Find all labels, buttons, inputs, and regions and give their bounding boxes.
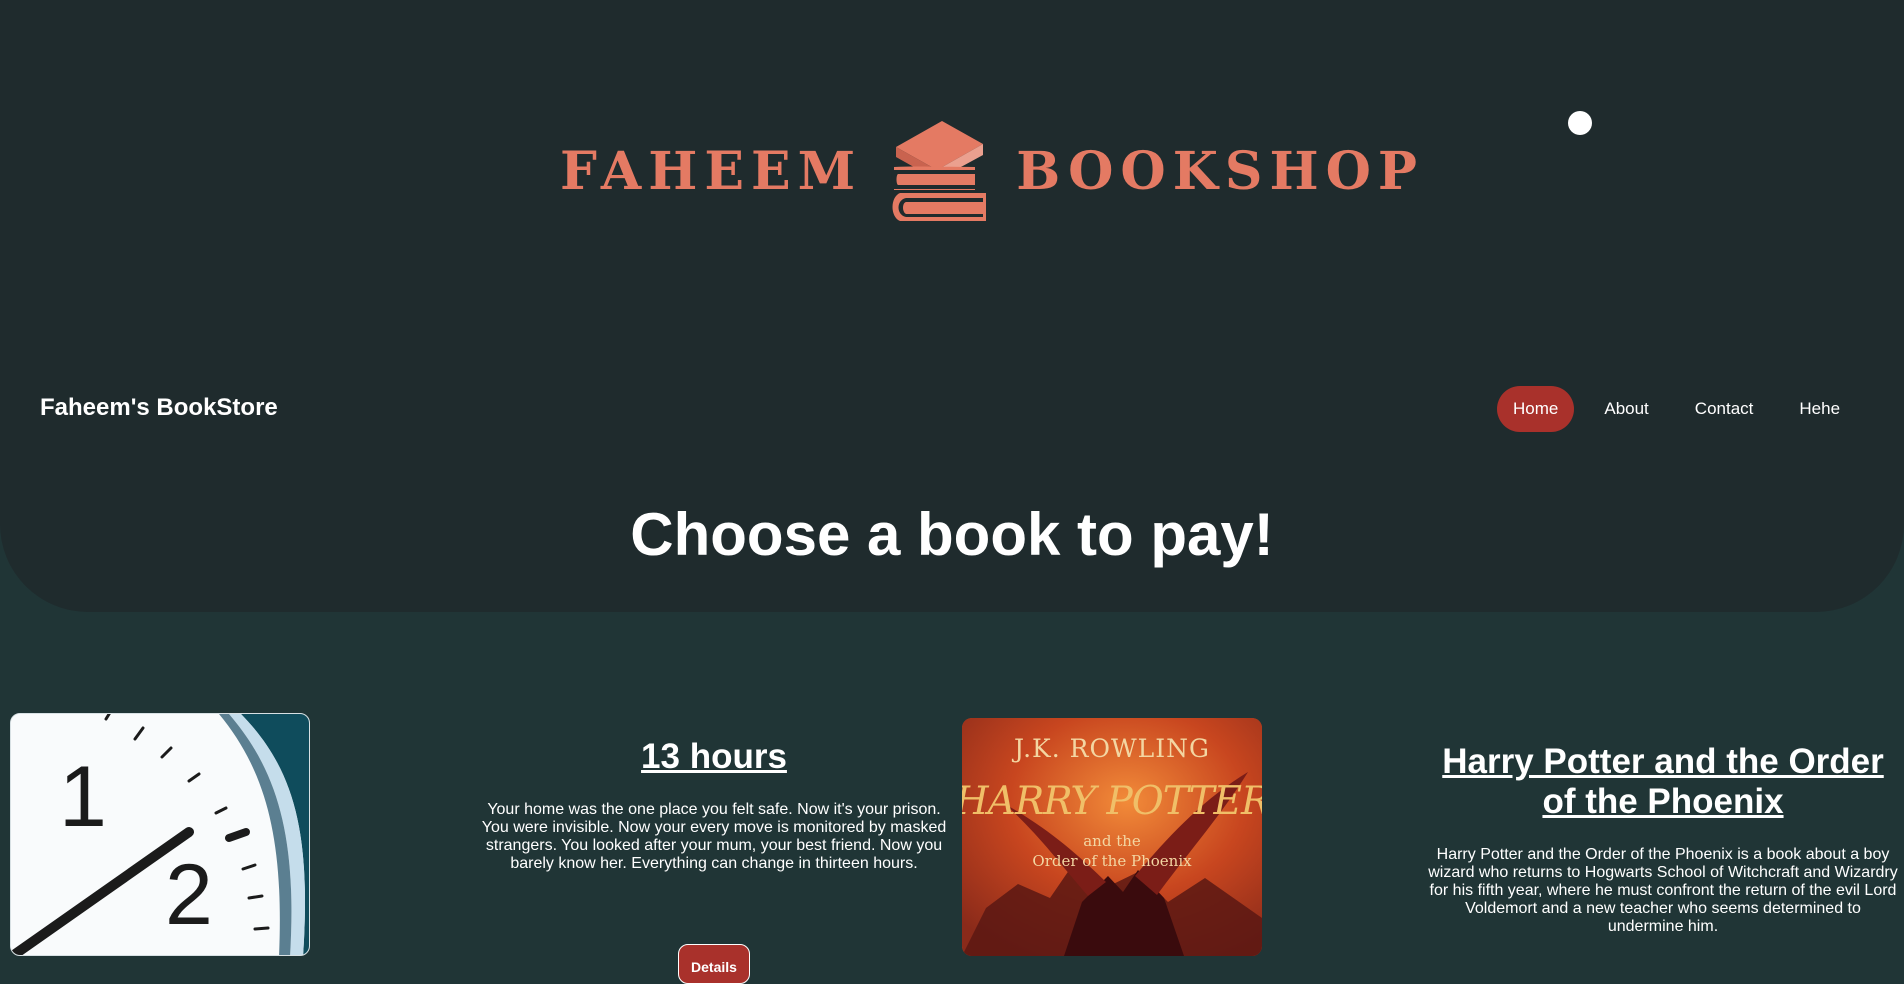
book-card-harry-potter: Harry Potter and the Order of the Phoeni… — [1428, 742, 1898, 936]
book-cover-harry-potter[interactable]: J.K. ROWLING HARRY POTTER and the Order … — [962, 718, 1262, 956]
nav-contact[interactable]: Contact — [1679, 386, 1770, 432]
nav-about[interactable]: About — [1588, 386, 1664, 432]
cover-author: J.K. ROWLING — [1011, 734, 1210, 763]
nav-hehe[interactable]: Hehe — [1783, 386, 1856, 432]
hero-header: FAHEEM BOOKSHOP Faheem's BookStore Home … — [0, 0, 1904, 612]
harry-potter-cover-image: J.K. ROWLING HARRY POTTER and the Order … — [962, 718, 1262, 956]
book-title[interactable]: 13 hours — [480, 737, 948, 777]
book-cover-13-hours[interactable]: 1 2 — [10, 713, 310, 956]
book-description: Harry Potter and the Order of the Phoeni… — [1428, 846, 1898, 935]
logo-right-word: BOOKSHOP — [1016, 141, 1424, 202]
bookshop-logo: FAHEEM BOOKSHOP — [560, 112, 1417, 232]
page-title: Choose a book to pay! — [630, 501, 1274, 568]
cover-subtitle-line-2: Order of the Phoenix — [1032, 852, 1192, 870]
cover-series: HARRY POTTER — [962, 779, 1262, 824]
clock-number-2: 2 — [165, 847, 213, 943]
book-title[interactable]: Harry Potter and the Order of the Phoeni… — [1428, 742, 1898, 822]
main-navigation: Home About Contact Hehe — [1497, 386, 1856, 432]
details-button[interactable]: Details — [678, 944, 750, 984]
logo-left-word: FAHEEM — [560, 141, 863, 202]
book-description: Your home was the one place you felt saf… — [481, 801, 947, 872]
clock-cover-image: 1 2 — [11, 714, 309, 955]
book-card-13-hours: 13 hours Your home was the one place you… — [480, 737, 948, 873]
white-dot — [1568, 111, 1592, 135]
site-name[interactable]: Faheem's BookStore — [40, 394, 278, 422]
nav-home[interactable]: Home — [1497, 386, 1575, 432]
stacked-books-icon — [891, 121, 987, 221]
clock-number-1: 1 — [59, 749, 107, 845]
cover-subtitle-line-1: and the — [1083, 832, 1141, 850]
